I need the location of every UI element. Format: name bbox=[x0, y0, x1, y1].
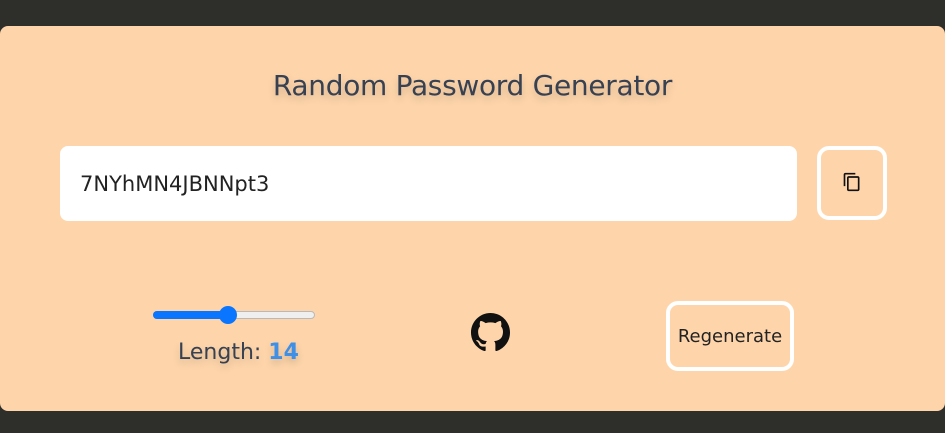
password-field[interactable] bbox=[60, 146, 797, 221]
length-slider[interactable] bbox=[153, 304, 315, 324]
copy-icon bbox=[842, 172, 862, 195]
length-display: Length: 14 bbox=[178, 340, 299, 365]
slider-thumb[interactable] bbox=[219, 306, 237, 324]
length-value: 14 bbox=[268, 340, 299, 365]
slider-fill bbox=[153, 311, 228, 319]
regenerate-button[interactable]: Regenerate bbox=[666, 301, 794, 371]
copy-button[interactable] bbox=[817, 146, 887, 220]
page-title: Random Password Generator bbox=[272, 69, 673, 102]
length-label: Length: bbox=[178, 340, 262, 365]
password-generator-card: Random Password Generator Length: 14 Reg… bbox=[0, 26, 945, 411]
github-icon[interactable] bbox=[471, 313, 510, 352]
